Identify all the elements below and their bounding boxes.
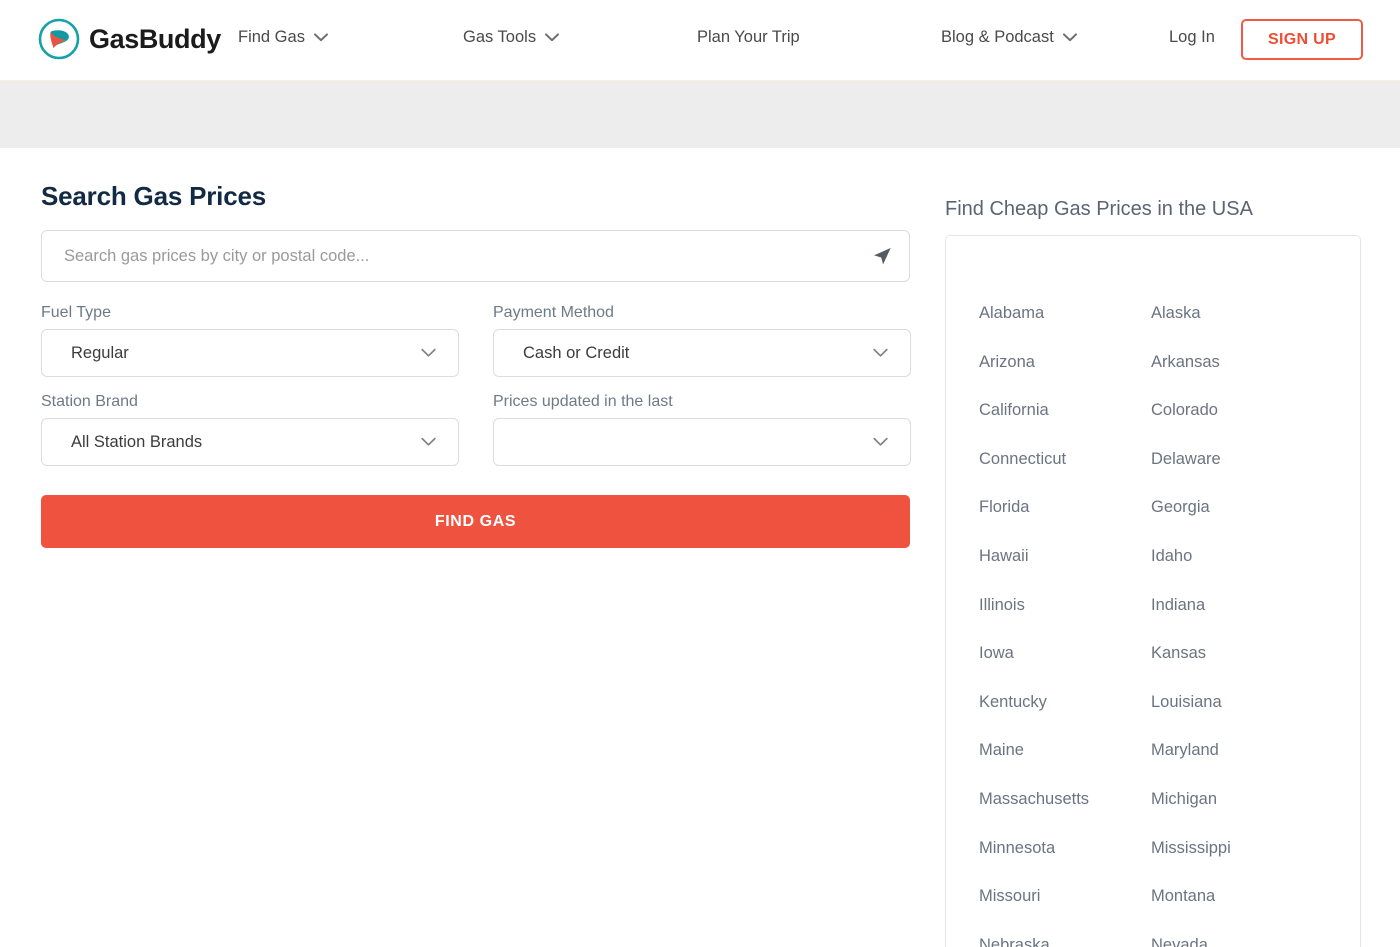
state-link[interactable]: Alabama (979, 289, 1151, 338)
chevron-down-icon (421, 437, 436, 446)
state-link[interactable]: Nebraska (979, 921, 1151, 947)
field-label-prices-updated: Prices updated in the last (493, 393, 673, 410)
state-link[interactable]: Missouri (979, 872, 1151, 921)
state-link[interactable]: Massachusetts (979, 775, 1151, 824)
field-prices-updated: Prices updated in the last (493, 393, 911, 466)
station-brand-select[interactable]: All Station Brands (41, 418, 459, 466)
state-link[interactable]: Minnesota (979, 824, 1151, 873)
nav-label: Find Gas (238, 28, 305, 46)
nav-item-plan-your-trip[interactable]: Plan Your Trip (697, 28, 800, 47)
search-input-wrapper (41, 230, 910, 282)
field-fuel-type: Fuel Type Regular (41, 304, 459, 377)
state-link[interactable]: Illinois (979, 581, 1151, 630)
states-panel-heading: Find Cheap Gas Prices in the USA (945, 198, 1253, 220)
state-link[interactable]: California (979, 386, 1151, 435)
locate-me-button[interactable] (869, 243, 895, 269)
field-label-payment-method: Payment Method (493, 304, 614, 321)
fuel-type-value: Regular (71, 343, 129, 362)
gasbuddy-logo[interactable]: GasBuddy (38, 18, 221, 60)
state-link[interactable]: Idaho (1151, 532, 1360, 581)
payment-method-value: Cash or Credit (523, 343, 630, 362)
payment-method-select[interactable]: Cash or Credit (493, 329, 911, 377)
state-link[interactable]: Mississippi (1151, 824, 1360, 873)
state-link[interactable]: Georgia (1151, 483, 1360, 532)
fuel-type-select[interactable]: Regular (41, 329, 459, 377)
chevron-down-icon (314, 33, 328, 42)
page-title: Search Gas Prices (41, 181, 266, 211)
search-input[interactable] (42, 231, 909, 281)
field-payment-method: Payment Method Cash or Credit (493, 304, 911, 377)
state-link[interactable]: Alaska (1151, 289, 1360, 338)
state-link[interactable]: Nevada (1151, 921, 1360, 947)
field-label-station-brand: Station Brand (41, 393, 138, 410)
state-link[interactable]: Connecticut (979, 435, 1151, 484)
nav-label: Blog & Podcast (941, 28, 1054, 46)
chevron-down-icon (421, 348, 436, 357)
filter-fields-grid: Fuel Type Regular Payment Method Cash or… (41, 304, 911, 466)
state-link[interactable]: Iowa (979, 629, 1151, 678)
login-link[interactable]: Log In (1169, 28, 1215, 47)
station-brand-value: All Station Brands (71, 432, 203, 451)
search-gas-prices-panel: Search Gas Prices Fuel Type Regular (41, 181, 911, 548)
state-link[interactable]: Maine (979, 726, 1151, 775)
find-gas-button[interactable]: FIND GAS (41, 495, 910, 548)
gasbuddy-swoosh-logo-icon (38, 18, 80, 60)
state-link[interactable]: Kansas (1151, 629, 1360, 678)
chevron-down-icon (1062, 33, 1077, 42)
state-link[interactable]: Kentucky (979, 678, 1151, 727)
logo-text: GasBuddy (89, 23, 221, 54)
state-link[interactable]: Florida (979, 483, 1151, 532)
state-link[interactable]: Indiana (1151, 581, 1360, 630)
ad-banner-placeholder (0, 81, 1400, 148)
prices-updated-select[interactable] (493, 418, 911, 466)
field-label-fuel-type: Fuel Type (41, 304, 111, 321)
states-panel: Find Cheap Gas Prices in the USA Alabama… (945, 198, 1361, 947)
nav-item-find-gas[interactable]: Find Gas (238, 28, 328, 47)
field-station-brand: Station Brand All Station Brands (41, 393, 459, 466)
state-link[interactable]: Delaware (1151, 435, 1360, 484)
nav-label: Gas Tools (463, 28, 537, 46)
nav-item-gas-tools[interactable]: Gas Tools (463, 28, 560, 47)
state-link[interactable]: Arkansas (1151, 338, 1360, 387)
state-link[interactable]: Maryland (1151, 726, 1360, 775)
nav-label: Plan Your Trip (697, 28, 800, 46)
signup-button[interactable]: SIGN UP (1241, 19, 1363, 60)
state-link[interactable]: Michigan (1151, 775, 1360, 824)
main-content: Search Gas Prices Fuel Type Regular (0, 148, 1400, 947)
state-link[interactable]: Arizona (979, 338, 1151, 387)
navigation-arrow-icon (874, 247, 891, 265)
chevron-down-icon (873, 348, 888, 357)
state-link[interactable]: Montana (1151, 872, 1360, 921)
states-card: Alabama Alaska Arizona Arkansas California Co… (945, 235, 1361, 947)
states-grid: Alabama Alaska Arizona Arkansas California Co… (946, 289, 1360, 947)
state-link[interactable]: Colorado (1151, 386, 1360, 435)
site-header: GasBuddy Find Gas Gas Tools Plan Your Tr… (0, 0, 1400, 81)
nav-item-blog-podcast[interactable]: Blog & Podcast (941, 28, 1077, 47)
state-link[interactable]: Hawaii (979, 532, 1151, 581)
state-link[interactable]: Louisiana (1151, 678, 1360, 727)
chevron-down-icon (873, 437, 888, 446)
chevron-down-icon (545, 33, 560, 42)
